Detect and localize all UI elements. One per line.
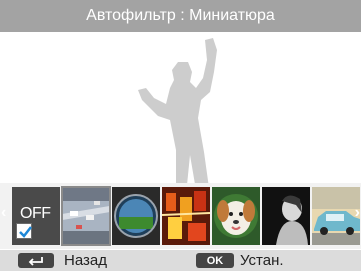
chevron-right-icon[interactable]: ›: [355, 204, 360, 222]
filter-option-classic[interactable]: [262, 187, 310, 245]
back-key[interactable]: [18, 253, 54, 268]
lights-thumbnail-icon: [162, 187, 210, 245]
filter-option-miniature[interactable]: [61, 186, 111, 246]
filter-option-fisheye[interactable]: [162, 187, 210, 245]
lens-thumbnail-icon: [112, 187, 160, 245]
dog-thumbnail-icon: [212, 187, 260, 245]
filter-option-car[interactable]: [312, 187, 360, 245]
softkey-bar: Назад OK Устан.: [0, 250, 361, 271]
set-label[interactable]: Устан.: [240, 252, 284, 269]
filter-off-label: OFF: [20, 205, 51, 222]
filter-strip: OFF: [0, 183, 361, 249]
camera-screen: Автофильтр : Миниатюра OFF ‹ › Назад OK …: [0, 0, 361, 271]
ok-key[interactable]: OK: [196, 253, 234, 268]
classic-thumbnail-icon: [262, 187, 310, 245]
filter-option-dog[interactable]: [212, 187, 260, 245]
filter-option-off[interactable]: OFF: [12, 187, 60, 245]
page-title: Автофильтр : Миниатюра: [86, 7, 275, 24]
car-thumbnail-icon: [312, 187, 360, 245]
checkmark-icon: [16, 223, 32, 239]
miniature-thumbnail-icon: [62, 187, 110, 245]
return-arrow-icon: [28, 257, 43, 266]
chevron-left-icon[interactable]: ‹: [1, 204, 6, 222]
filter-option-vignetting[interactable]: [112, 187, 160, 245]
title-bar: Автофильтр : Миниатюра: [0, 0, 361, 32]
back-label[interactable]: Назад: [64, 252, 107, 269]
